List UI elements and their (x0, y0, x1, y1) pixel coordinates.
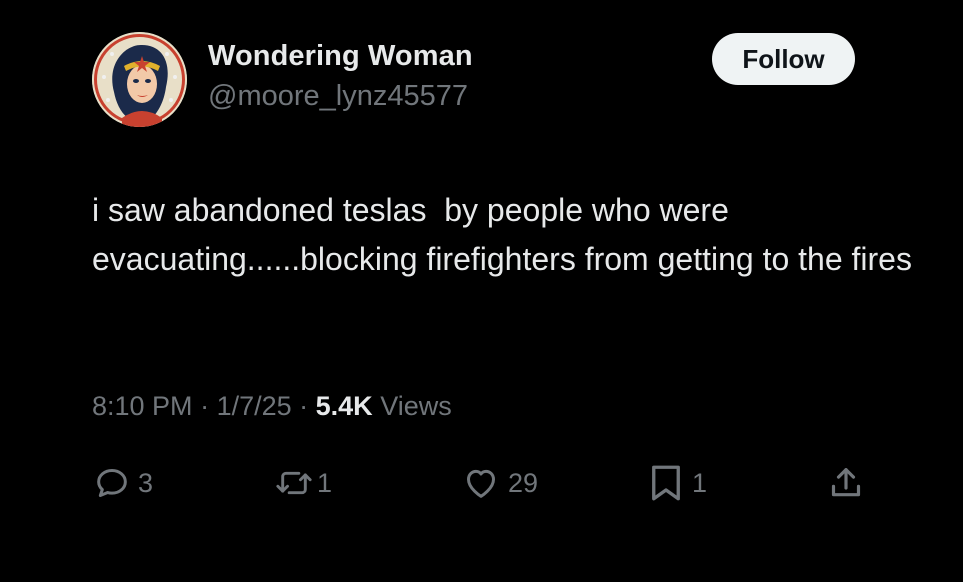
like-count: 29 (508, 467, 539, 498)
meta-separator: · (192, 391, 217, 421)
tweet-meta: 8:10 PM · 1/7/25 · 5.4K Views (92, 391, 452, 422)
meta-separator: · (291, 391, 316, 421)
avatar[interactable] (92, 32, 187, 127)
follow-button[interactable]: Follow (712, 33, 855, 85)
retweet-button[interactable]: 1 (273, 458, 332, 508)
reply-button[interactable]: 3 (92, 458, 153, 508)
share-button[interactable] (826, 458, 866, 508)
heart-icon (467, 469, 495, 498)
tweet-card: Wondering Woman @moore_lynz45577 Follow … (0, 0, 963, 582)
author-display-name[interactable]: Wondering Woman (208, 40, 473, 73)
reply-icon (97, 469, 127, 497)
action-bar: 3 1 29 1 (0, 458, 963, 508)
views-count: 5.4K (315, 391, 373, 421)
share-icon (831, 468, 861, 497)
wonder-woman-avatar-icon (92, 32, 187, 127)
author-handle[interactable]: @moore_lynz45577 (208, 80, 468, 113)
retweet-icon (276, 471, 312, 495)
bookmark-button[interactable]: 1 (648, 458, 707, 508)
retweet-count: 1 (317, 467, 333, 498)
tweet-time[interactable]: 8:10 PM (92, 391, 193, 421)
bookmark-icon (652, 465, 680, 501)
views-label: Views (372, 391, 452, 421)
like-button[interactable]: 29 (460, 458, 538, 508)
tweet-text: i saw abandoned teslas by people who wer… (92, 192, 912, 277)
tweet-date[interactable]: 1/7/25 (217, 391, 292, 421)
bookmark-count: 1 (692, 467, 708, 498)
reply-count: 3 (138, 467, 154, 498)
